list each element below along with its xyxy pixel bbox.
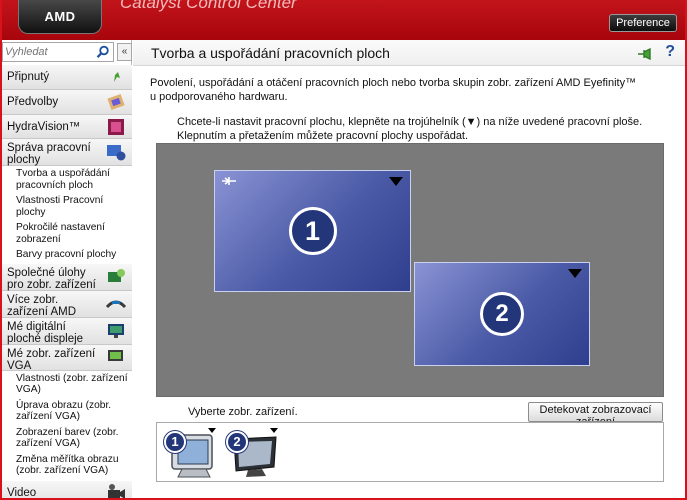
sidebar-item-desktop-management[interactable]: Správa pracovní plochy bbox=[2, 139, 132, 166]
instruction-line-1: Chcete-li nastavit pracovní plochu, klep… bbox=[177, 116, 643, 128]
app-header: AMD Catalyst Control Center Preference bbox=[0, 0, 687, 40]
search-icon[interactable] bbox=[96, 45, 110, 59]
device-2-badge: 2 bbox=[226, 431, 248, 453]
primary-desktop-icon bbox=[222, 177, 236, 185]
sidebar-item-digital-flat-panels[interactable]: Mé digitální ploché displeje bbox=[2, 317, 132, 345]
sidebar-item-label: Správa pracovní plochy bbox=[7, 142, 91, 166]
collapse-sidebar-button[interactable]: « bbox=[117, 43, 132, 61]
instruction-line-2: Klepnutím a přetažením můžete pracovní p… bbox=[177, 130, 469, 142]
display-device-2[interactable]: 2 bbox=[224, 427, 280, 479]
sidebar-item-presets[interactable]: Předvolby bbox=[2, 90, 132, 115]
search-row: « bbox=[2, 42, 132, 62]
desktop-1-number: 1 bbox=[288, 207, 337, 255]
desktop-1[interactable]: 1 bbox=[214, 170, 411, 292]
sidebar-subitem-create-arrange-desktops[interactable]: Tvorba a uspořádání pracovních ploch bbox=[2, 166, 132, 193]
sidebar-item-label: HydraVision™ bbox=[7, 121, 81, 133]
sidebar-item-eyefinity[interactable]: Více zobr. zařízení AMD Eyefinity™ bbox=[2, 290, 132, 330]
sidebar-item-label: Video bbox=[7, 486, 37, 499]
sidebar-subitem-vga-image-adjust[interactable]: Úprava obrazu (zobr. zařízení VGA) bbox=[2, 397, 132, 425]
main-content: Tvorba a uspořádání pracovních ploch ? P… bbox=[133, 40, 685, 498]
desktop-arrangement-canvas: 1 2 bbox=[156, 143, 664, 397]
sidebar-item-hydravision[interactable]: HydraVision™ bbox=[2, 115, 132, 139]
sidebar-item-label: Mé zobr. zařízení VGA bbox=[7, 347, 96, 372]
sidebar-subitem-desktop-properties[interactable]: Vlastnosti Pracovní plochy bbox=[2, 193, 132, 220]
device-1-badge: 1 bbox=[164, 431, 186, 453]
desktop-2-menu-triangle[interactable] bbox=[568, 269, 582, 278]
instruction-text: Chcete-li nastavit pracovní plochu, klep… bbox=[177, 115, 657, 143]
video-icon bbox=[108, 484, 125, 499]
sidebar-item-label: Předvolby bbox=[7, 96, 59, 108]
pin-page-icon[interactable] bbox=[637, 46, 653, 60]
page-description: Povolení, uspořádání a otáčení pracovníc… bbox=[150, 77, 637, 103]
flat-panel-icon bbox=[108, 323, 124, 338]
detect-displays-button[interactable]: Detekovat zobrazovací zařízení bbox=[528, 402, 663, 422]
pin-icon bbox=[114, 72, 120, 82]
presets-icon bbox=[107, 93, 125, 111]
content-header: Tvorba a uspořádání pracovních ploch ? bbox=[133, 40, 685, 66]
sidebar-subitem-vga-properties[interactable]: Vlastnosti (zobr. zařízení VGA) bbox=[2, 370, 132, 398]
amd-logo: AMD bbox=[18, 0, 102, 34]
sidebar: « Připnutý Předvolby HydraVision™ Správa… bbox=[2, 40, 132, 500]
sidebar-subitem-advanced-display-settings[interactable]: Pokročilé nastavení zobrazení bbox=[2, 220, 132, 247]
desktop-2[interactable]: 2 bbox=[414, 262, 590, 366]
select-devices-label: Vyberte zobr. zařízení. bbox=[188, 406, 298, 418]
sidebar-item-video[interactable]: Video bbox=[2, 480, 132, 500]
display-device-1[interactable]: 1 bbox=[162, 427, 218, 479]
desktop-1-menu-triangle[interactable] bbox=[389, 177, 403, 186]
preference-button[interactable]: Preference bbox=[609, 14, 677, 32]
vga-display-icon bbox=[108, 350, 123, 361]
sidebar-subitem-vga-scaling[interactable]: Změna měřítka obrazu (zobr. zařízení VGA… bbox=[2, 451, 132, 481]
sidebar-item-pinned[interactable]: Připnutý bbox=[2, 65, 132, 90]
sidebar-nav: Připnutý Předvolby HydraVision™ Správa p… bbox=[2, 65, 132, 500]
desktop-2-number: 2 bbox=[480, 292, 524, 336]
sidebar-item-label: Mé digitální ploché displeje bbox=[7, 320, 84, 345]
sidebar-item-label: Společné úlohy pro zobr. zařízení bbox=[7, 266, 96, 291]
sidebar-subitem-vga-color[interactable]: Zobrazení barev (zobr. zařízení VGA) bbox=[2, 424, 132, 452]
app-title: Catalyst Control Center bbox=[120, 0, 297, 12]
sidebar-item-label: Připnutý bbox=[7, 71, 50, 83]
amd-logo-text: AMD bbox=[44, 9, 76, 24]
page-title: Tvorba a uspořádání pracovních ploch bbox=[151, 45, 390, 61]
display-device-strip: 1 2 bbox=[156, 422, 664, 482]
help-icon[interactable]: ? bbox=[665, 43, 675, 61]
search-box bbox=[2, 42, 114, 62]
sidebar-item-common-display-tasks[interactable]: Společné úlohy pro zobr. zařízení bbox=[2, 263, 132, 291]
desktop-management-icon bbox=[107, 145, 126, 161]
hydravision-icon bbox=[108, 118, 124, 135]
search-input[interactable] bbox=[3, 43, 95, 61]
eyefinity-icon bbox=[106, 300, 126, 308]
sidebar-subitem-desktop-colors[interactable]: Barvy pracovní plochy bbox=[2, 247, 132, 264]
common-tasks-icon bbox=[108, 268, 125, 282]
sidebar-item-vga-displays[interactable]: Mé zobr. zařízení VGA bbox=[2, 344, 132, 372]
